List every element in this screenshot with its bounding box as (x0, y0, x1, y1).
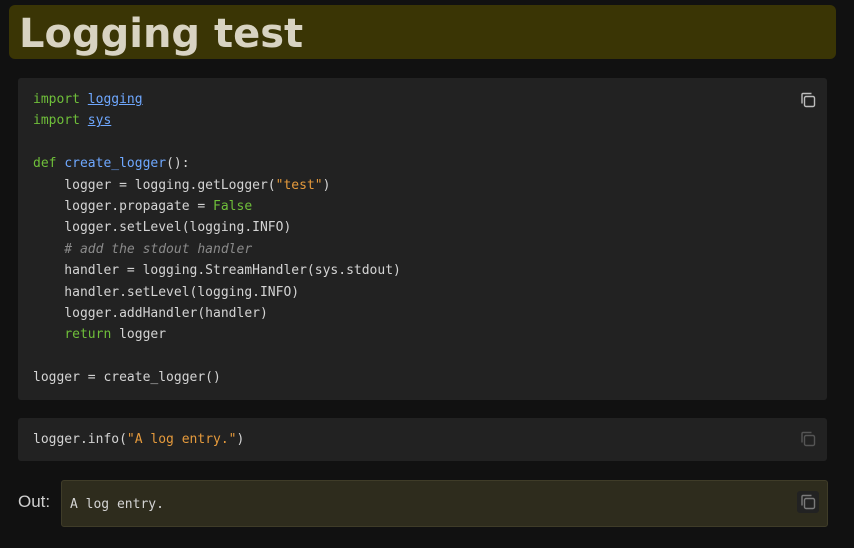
code-token: handler = logging.StreamHandler(sys.stdo… (33, 263, 401, 279)
code-token: logger = create_logger() (33, 370, 221, 386)
keyword-token: def (33, 156, 57, 172)
copy-button[interactable] (799, 91, 817, 109)
code-line: def create_logger(): (33, 156, 190, 171)
code-line: logger.propagate = False (33, 199, 252, 214)
code-token: logger = logging.getLogger( (33, 177, 276, 193)
page-title: Logging test (19, 11, 304, 57)
module-link[interactable]: logging (88, 92, 143, 107)
copy-icon (801, 92, 816, 108)
code-line: handler.setLevel(logging.INFO) (33, 285, 299, 300)
code-line: handler = logging.StreamHandler(sys.stdo… (33, 263, 401, 278)
string-token: "A log entry." (126, 432, 237, 447)
comment-token: # add the stdout handler (33, 241, 253, 257)
code-line: logger.addHandler(handler) (33, 306, 268, 321)
code-line: logger.setLevel(logging.INFO) (33, 220, 291, 235)
copy-button[interactable] (799, 430, 817, 448)
keyword-token: import (33, 113, 80, 129)
boolean-token: False (213, 199, 253, 215)
code-cell[interactable]: logger.info("A log entry.") (18, 418, 827, 461)
output-text: A log entry. (70, 497, 164, 512)
code-line: logger = create_logger() (33, 370, 221, 385)
code-line: # add the stdout handler (33, 242, 252, 257)
notebook-page: Logging test import logging import sys d… (0, 0, 854, 548)
code-line: logger = logging.getLogger("test") (33, 178, 330, 193)
code-line: logger.info("A log entry.") (33, 432, 244, 447)
code-token: logger.addHandler(handler) (33, 306, 268, 322)
code-token: handler.setLevel(logging.INFO) (33, 284, 300, 300)
copy-button[interactable] (797, 491, 819, 513)
string-token: "test" (275, 177, 323, 193)
code-block[interactable]: logger.info("A log entry.") (33, 429, 244, 450)
code-token: ) (322, 177, 331, 193)
code-token: logger (111, 327, 167, 343)
code-token: (): (166, 156, 190, 172)
keyword-token: return (64, 327, 112, 343)
code-cell[interactable]: import logging import sys def create_log… (18, 78, 827, 400)
copy-icon (801, 431, 816, 447)
copy-icon (801, 494, 816, 510)
code-token: ) (236, 432, 245, 447)
output-label: Out: (18, 492, 51, 511)
code-line: import sys (33, 113, 111, 128)
code-token: logger.info( (33, 432, 127, 447)
keyword-token: import (33, 92, 80, 107)
code-line: return logger (33, 327, 166, 342)
title-bar: Logging test (9, 5, 836, 59)
code-token: logger.setLevel(logging.INFO) (33, 220, 292, 236)
output-area: A log entry. (61, 480, 828, 527)
module-link[interactable]: sys (88, 113, 111, 128)
code-token: logger.propagate = (33, 199, 214, 215)
code-line: import logging (33, 92, 143, 107)
code-block[interactable]: import logging import sys def create_log… (33, 89, 401, 389)
function-name-token: create_logger (64, 156, 167, 172)
